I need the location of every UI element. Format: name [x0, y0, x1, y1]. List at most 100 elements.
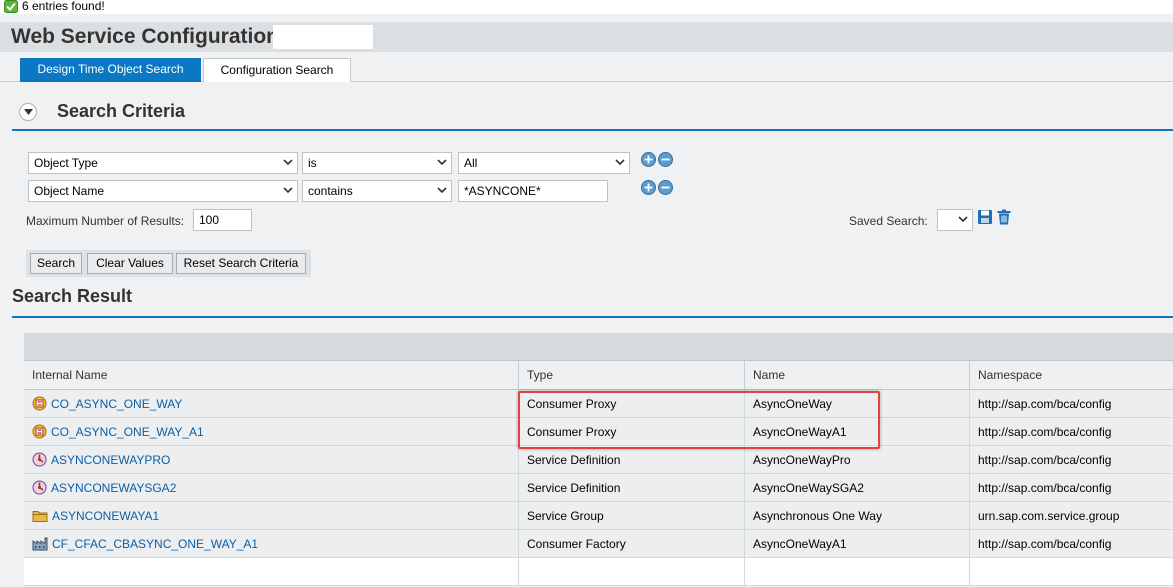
- empty-cell: [744, 558, 969, 586]
- table-toolbar: [24, 333, 1173, 361]
- internal-name-link[interactable]: ASYNCONEWAYPRO: [51, 453, 170, 467]
- search-criteria-title: Search Criteria: [57, 101, 186, 121]
- table-header: Internal Name Type Name Namespace: [24, 361, 1173, 390]
- criteria-row1-value: All: [464, 156, 478, 170]
- empty-cell: [518, 558, 744, 586]
- criteria-row2-value-input[interactable]: *ASYNCONE*: [458, 180, 608, 202]
- internal-name-link[interactable]: ASYNCONEWAYSGA2: [51, 481, 176, 495]
- name-cell: Asynchronous One Way: [744, 502, 969, 530]
- table-row[interactable]: CO_ASYNC_ONE_WAY Consumer Proxy AsyncOne…: [24, 390, 1173, 418]
- max-results-label: Maximum Number of Results:: [26, 214, 185, 228]
- saved-search-label: Saved Search:: [849, 214, 928, 228]
- criteria-row2-attribute-value: Object Name: [34, 184, 105, 198]
- namespace-cell: http://sap.com/bca/config: [969, 446, 1173, 474]
- chevron-down-icon: [958, 216, 968, 223]
- column-header-type[interactable]: Type: [518, 361, 744, 390]
- criteria-row1-operator-select[interactable]: is: [302, 152, 452, 174]
- search-result-divider: [12, 316, 1173, 318]
- internal-name-link[interactable]: ASYNCONEWAYA1: [52, 509, 159, 523]
- service-definition-icon: [32, 452, 47, 467]
- column-header-internal-name[interactable]: Internal Name: [24, 361, 518, 390]
- message-text: 6 entries found!: [22, 0, 105, 13]
- empty-cell: [969, 558, 1173, 586]
- plus-icon: [644, 183, 653, 192]
- type-cell: Service Definition: [518, 446, 744, 474]
- table-row[interactable]: ASYNCONEWAYPRO Service Definition AsyncO…: [24, 446, 1173, 474]
- chevron-down-icon: [437, 187, 447, 194]
- name-cell: AsyncOneWaySGA2: [744, 474, 969, 502]
- folder-icon: [32, 510, 48, 522]
- table-row-empty: [24, 558, 1173, 586]
- tab-configuration-search[interactable]: Configuration Search: [203, 58, 351, 82]
- criteria-row1-attribute-select[interactable]: Object Type: [28, 152, 298, 174]
- internal-name-link[interactable]: CO_ASYNC_ONE_WAY_A1: [51, 425, 204, 439]
- namespace-cell: urn.sap.com.service.group: [969, 502, 1173, 530]
- table-row[interactable]: CF_CFAC_CBASYNC_ONE_WAY_A1 Consumer Fact…: [24, 530, 1173, 558]
- remove-criteria-row1-button[interactable]: [658, 152, 673, 167]
- max-results-value: 100: [199, 213, 220, 227]
- tab-strip: Design Time Object Search Configuration …: [0, 58, 1173, 82]
- minus-icon: [661, 186, 670, 189]
- namespace-cell: http://sap.com/bca/config: [969, 390, 1173, 418]
- add-criteria-row1-button[interactable]: [641, 152, 656, 167]
- criteria-row1-operator-value: is: [308, 156, 317, 170]
- chevron-down-icon: [615, 159, 625, 166]
- internal-name-cell[interactable]: ASYNCONEWAYSGA2: [24, 474, 518, 502]
- criteria-row1-attribute-value: Object Type: [34, 156, 98, 170]
- column-header-namespace[interactable]: Namespace: [969, 361, 1173, 390]
- namespace-cell: http://sap.com/bca/config: [969, 474, 1173, 502]
- criteria-row2-operator-value: contains: [308, 184, 353, 198]
- internal-name-link[interactable]: CO_ASYNC_ONE_WAY: [51, 397, 182, 411]
- internal-name-cell[interactable]: CF_CFAC_CBASYNC_ONE_WAY_A1: [24, 530, 518, 558]
- search-button-group: Search Clear Values Reset Search Criteri…: [26, 250, 311, 277]
- chevron-down-icon: [283, 159, 293, 166]
- namespace-cell: http://sap.com/bca/config: [969, 530, 1173, 558]
- internal-name-cell[interactable]: ASYNCONEWAYPRO: [24, 446, 518, 474]
- tab-design-time-object-search[interactable]: Design Time Object Search: [20, 58, 201, 82]
- plus-icon: [644, 155, 653, 164]
- remove-criteria-row2-button[interactable]: [658, 180, 673, 195]
- success-check-icon: [4, 0, 18, 13]
- reset-search-criteria-button[interactable]: Reset Search Criteria: [176, 253, 306, 274]
- max-results-input[interactable]: 100: [193, 209, 252, 231]
- search-button[interactable]: Search: [30, 253, 82, 274]
- internal-name-cell[interactable]: CO_ASYNC_ONE_WAY_A1: [24, 418, 518, 446]
- empty-cell: [24, 558, 518, 586]
- clear-values-button[interactable]: Clear Values: [87, 253, 173, 274]
- name-cell: AsyncOneWay: [744, 390, 969, 418]
- internal-name-cell[interactable]: CO_ASYNC_ONE_WAY: [24, 390, 518, 418]
- table-row[interactable]: ASYNCONEWAYA1 Service Group Asynchronous…: [24, 502, 1173, 530]
- consumer-proxy-icon: [32, 424, 47, 439]
- trash-icon[interactable]: [997, 209, 1011, 225]
- chevron-down-icon: [24, 109, 33, 115]
- saved-search-select[interactable]: [937, 209, 973, 231]
- type-cell: Consumer Factory: [518, 530, 744, 558]
- namespace-cell: http://sap.com/bca/config: [969, 418, 1173, 446]
- criteria-row1-value-select[interactable]: All: [458, 152, 630, 174]
- chevron-down-icon: [283, 187, 293, 194]
- criteria-row2-attribute-select[interactable]: Object Name: [28, 180, 298, 202]
- type-cell: Consumer Proxy: [518, 390, 744, 418]
- minus-icon: [661, 158, 670, 161]
- search-result-title: Search Result: [12, 286, 133, 306]
- internal-name-cell[interactable]: ASYNCONEWAYA1: [24, 502, 518, 530]
- page-title: Web Service Configuration: [11, 25, 279, 48]
- type-cell: Service Definition: [518, 474, 744, 502]
- chevron-down-icon: [437, 159, 447, 166]
- criteria-row2-operator-select[interactable]: contains: [302, 180, 452, 202]
- consumer-proxy-icon: [32, 396, 47, 411]
- table-row[interactable]: CO_ASYNC_ONE_WAY_A1 Consumer Proxy Async…: [24, 418, 1173, 446]
- type-cell: Service Group: [518, 502, 744, 530]
- column-header-name[interactable]: Name: [744, 361, 969, 390]
- type-cell: Consumer Proxy: [518, 418, 744, 446]
- add-criteria-row2-button[interactable]: [641, 180, 656, 195]
- internal-name-link[interactable]: CF_CFAC_CBASYNC_ONE_WAY_A1: [52, 537, 258, 551]
- name-cell: AsyncOneWayPro: [744, 446, 969, 474]
- table-row[interactable]: ASYNCONEWAYSGA2 Service Definition Async…: [24, 474, 1173, 502]
- save-icon[interactable]: [977, 209, 993, 225]
- search-criteria-divider: [12, 129, 1173, 131]
- collapse-toggle-button[interactable]: [19, 103, 37, 121]
- title-blank-field: [273, 25, 373, 49]
- name-cell: AsyncOneWayA1: [744, 418, 969, 446]
- name-cell: AsyncOneWayA1: [744, 530, 969, 558]
